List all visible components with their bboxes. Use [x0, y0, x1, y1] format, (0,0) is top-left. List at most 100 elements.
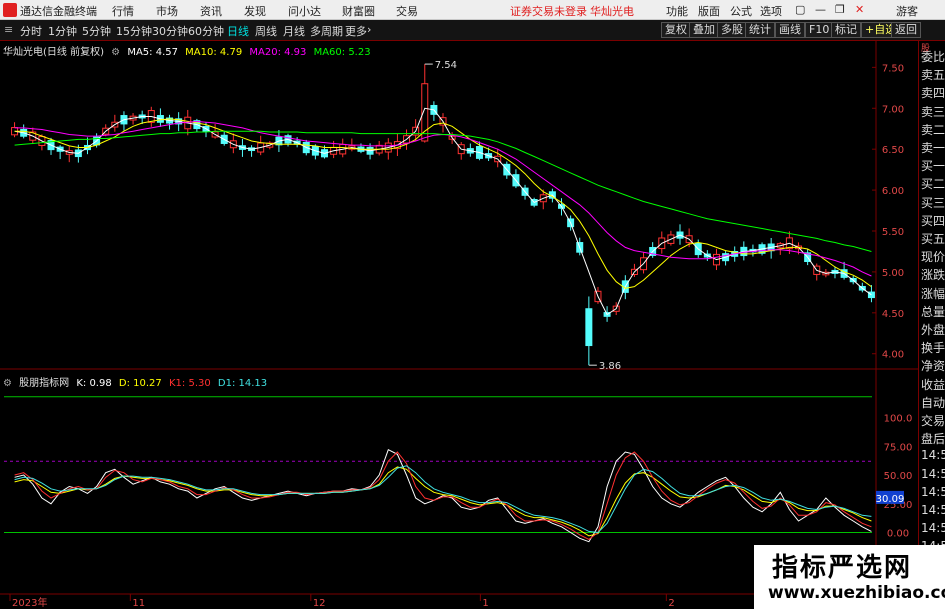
- menu-caifuquan[interactable]: 财富圈: [342, 3, 375, 19]
- button-diejia[interactable]: 叠加: [689, 22, 719, 38]
- guest-login[interactable]: 游客: [896, 3, 918, 19]
- panel-item-11[interactable]: 现价: [921, 248, 945, 265]
- window-menu-icon[interactable]: ▢: [795, 3, 805, 16]
- app-title: 通达信金融终端: [20, 5, 97, 18]
- close-icon[interactable]: ✕: [855, 3, 864, 16]
- panel-item-13[interactable]: 涨幅: [921, 285, 945, 302]
- main-legend: 华灿光电(日线 前复权) ⚙ MA5: 4.57 MA10: 4.79 MA20…: [3, 43, 375, 58]
- button-fuquan[interactable]: 复权: [661, 22, 691, 38]
- period-toolbar: ≡ 分时 1分钟 5分钟 15分钟 30分钟 60分钟 日线 周线 月线 多周期…: [0, 20, 945, 41]
- period-60min[interactable]: 60分钟: [188, 23, 224, 39]
- watermark-url: www.xuezhibiao.com: [768, 583, 945, 603]
- menu-zixun[interactable]: 资讯: [200, 3, 222, 19]
- restore-icon[interactable]: ❐: [835, 3, 845, 16]
- button-biaoji[interactable]: 标记: [831, 22, 861, 38]
- date-label: 12: [313, 598, 326, 609]
- legend-gear-icon[interactable]: ⚙: [111, 47, 120, 58]
- panel-item-1[interactable]: 卖五: [921, 66, 945, 83]
- panel-item-24[interactable]: 14:56: [921, 485, 945, 499]
- panel-item-7[interactable]: 买二: [921, 175, 945, 192]
- button-f10[interactable]: F10: [805, 22, 834, 38]
- title-stock-name: 华灿光电: [590, 5, 634, 18]
- title-bar: 通达信金融终端 行情 市场 资讯 发现 问小达 财富圈 交易 证券交易未登录 华…: [0, 0, 945, 20]
- kline-chart-area[interactable]: 7.50 7.00 6.50 6.00 5.50 5.00 4.50 4.00 100.0 75.…: [0, 41, 945, 609]
- line-ma10: [14, 118, 872, 289]
- menu-jiaoyi[interactable]: 交易: [396, 3, 418, 19]
- panel-item-8[interactable]: 买三: [921, 194, 945, 211]
- panel-item-22[interactable]: 14:56: [921, 448, 945, 462]
- sub-legend-d1: D1: 14.13: [217, 378, 268, 389]
- trading-login-status[interactable]: 证券交易未登录: [510, 3, 587, 19]
- kline-chart-svg[interactable]: 7.50 7.00 6.50 6.00 5.50 5.00 4.50 4.00 100.0 75.…: [0, 41, 918, 609]
- panel-item-21[interactable]: 盘后: [921, 430, 945, 447]
- menu-faxian[interactable]: 发现: [244, 3, 266, 19]
- panel-item-0[interactable]: 委比: [921, 48, 945, 65]
- panel-item-23[interactable]: 14:56: [921, 467, 945, 481]
- panel-item-3[interactable]: 卖三: [921, 103, 945, 120]
- panel-item-14[interactable]: 总量: [921, 303, 945, 320]
- price-tick-label: 7.00: [882, 104, 904, 115]
- menu-xuanxiang[interactable]: 选项: [760, 3, 782, 19]
- button-back[interactable]: 返回: [891, 22, 921, 38]
- menu-wenxiaoda[interactable]: 问小达: [288, 3, 321, 19]
- kdj-tick-label: 0.00: [887, 529, 909, 540]
- period-more[interactable]: 更多: [345, 23, 367, 39]
- minimize-icon[interactable]: —: [815, 3, 826, 16]
- candle-body[interactable]: [585, 308, 593, 347]
- period-monthly[interactable]: 月线: [283, 23, 305, 39]
- line-ma20: [14, 120, 872, 277]
- watermark-title: 指标严选网: [772, 553, 913, 583]
- legend-stock-label: 华灿光电(日线 前复权): [3, 47, 104, 58]
- legend-ma20: MA20: 4.93: [249, 47, 307, 58]
- panel-item-16[interactable]: 换手: [921, 339, 945, 356]
- period-daily[interactable]: 日线: [227, 23, 249, 39]
- panel-item-25[interactable]: 14:56: [921, 503, 945, 517]
- button-huaxian[interactable]: 画线: [775, 22, 805, 38]
- panel-item-6[interactable]: 买一: [921, 157, 945, 174]
- panel-item-26[interactable]: 14:56: [921, 521, 945, 535]
- menu-shichang[interactable]: 市场: [156, 3, 178, 19]
- panel-item-4[interactable]: 卖二: [921, 121, 945, 138]
- sub-legend: ⚙ 股朋指标网 K: 0.98 D: 10.27 K1: 5.30 D1: 14…: [3, 374, 271, 389]
- button-duogu[interactable]: 多股: [717, 22, 747, 38]
- date-label: 11: [132, 598, 145, 609]
- period-30min[interactable]: 30分钟: [152, 23, 188, 39]
- button-tongji[interactable]: 统计: [745, 22, 775, 38]
- date-label: 1: [482, 598, 488, 609]
- legend-ma60: MA60: 5.23: [313, 47, 371, 58]
- price-tick-label: 5.00: [882, 268, 904, 279]
- panel-item-9[interactable]: 买四: [921, 212, 945, 229]
- sub-gear-icon[interactable]: ⚙: [3, 378, 12, 389]
- menu-hangqing[interactable]: 行情: [112, 3, 134, 19]
- period-15min[interactable]: 15分钟: [116, 23, 152, 39]
- panel-item-15[interactable]: 外盘: [921, 321, 945, 338]
- chevron-right-icon: ›: [367, 23, 372, 36]
- price-tick-label: 5.50: [882, 227, 904, 238]
- panel-item-10[interactable]: 买五: [921, 230, 945, 247]
- panel-item-19[interactable]: 自动: [921, 394, 945, 411]
- panel-item-2[interactable]: 卖四: [921, 84, 945, 101]
- panel-item-17[interactable]: 净资: [921, 357, 945, 374]
- period-fenshi[interactable]: 分时: [20, 23, 42, 39]
- menu-banmian[interactable]: 版面: [698, 3, 720, 19]
- period-weekly[interactable]: 周线: [255, 23, 277, 39]
- watermark-banner: 指标严选网 www.xuezhibiao.com: [754, 545, 945, 609]
- price-tick-label: 6.50: [882, 145, 904, 156]
- menu-gongshi[interactable]: 公式: [730, 3, 752, 19]
- menu-gongneng[interactable]: 功能: [666, 3, 688, 19]
- period-5min[interactable]: 5分钟: [82, 23, 111, 39]
- toolbar-menu-icon[interactable]: ≡: [4, 23, 13, 36]
- panel-item-20[interactable]: 交易: [921, 412, 945, 429]
- kdj-tick-label: 50.00: [884, 471, 913, 482]
- sub-legend-d: D: 10.27: [118, 378, 162, 389]
- tdx-terminal-window: 通达信金融终端 行情 市场 资讯 发现 问小达 财富圈 交易 证券交易未登录 华…: [0, 0, 945, 609]
- period-multi[interactable]: 多周期: [310, 23, 343, 39]
- price-tick-label: 4.00: [882, 350, 904, 361]
- quote-side-panel: 股委比 卖五 卖四 卖三 卖二 卖一 买一 买二 买三 买四 买五 现价 涨跌 涨幅 总量 外盘 换手 净资 收益自…: [918, 41, 945, 609]
- panel-item-12[interactable]: 涨跌: [921, 266, 945, 283]
- period-1min[interactable]: 1分钟: [48, 23, 77, 39]
- panel-item-5[interactable]: 卖一: [921, 139, 945, 156]
- line-ma5: [14, 107, 872, 316]
- panel-item-18[interactable]: 收益: [921, 376, 945, 393]
- price-tick-label: 7.50: [882, 63, 904, 74]
